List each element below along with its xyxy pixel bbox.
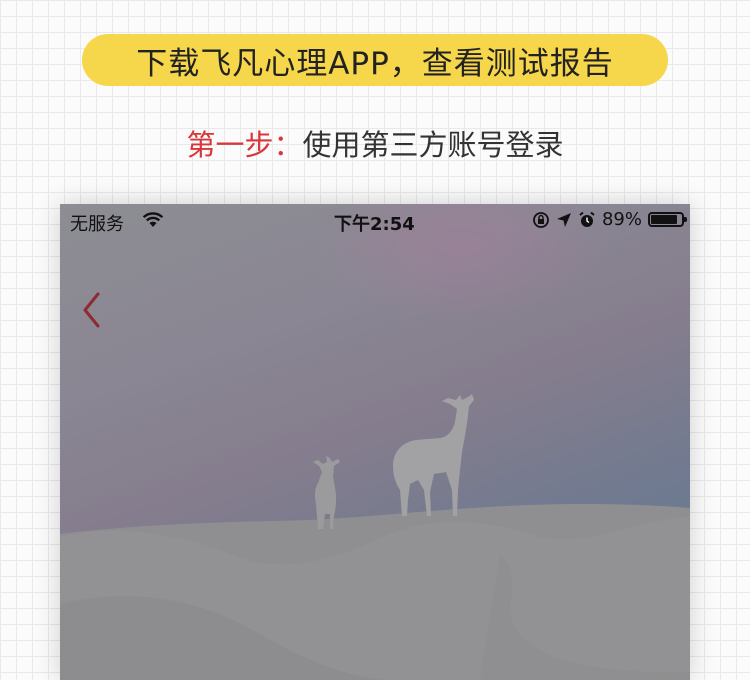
phone-screenshot: 无服务 下午2:54 89% [60,204,690,680]
status-right-group: 89% [532,209,687,230]
wifi-icon [142,212,164,227]
step-heading: 第一步：使用第三方账号登录 [0,122,750,164]
battery-percent: 89% [601,209,642,230]
small-deer [313,456,340,529]
deer-landscape-illustration [60,394,690,680]
title-banner: 下载飞凡心理APP，查看测试报告 [82,34,668,86]
carrier-label: 无服务 [70,214,124,235]
step-label: 第一步： [186,128,303,162]
location-arrow-icon [556,212,571,227]
back-chevron-icon[interactable] [80,290,104,330]
status-bar: 无服务 下午2:54 89% [60,204,690,238]
orientation-lock-icon [533,211,549,228]
battery-icon [648,212,687,227]
large-deer [393,394,474,516]
battery-fill [651,215,677,224]
clock-time: 下午2:54 [334,214,415,235]
step-text: 使用第三方账号登录 [302,128,564,162]
alarm-icon [579,211,595,227]
banner-text: 下载飞凡心理APP，查看测试报告 [136,45,614,82]
